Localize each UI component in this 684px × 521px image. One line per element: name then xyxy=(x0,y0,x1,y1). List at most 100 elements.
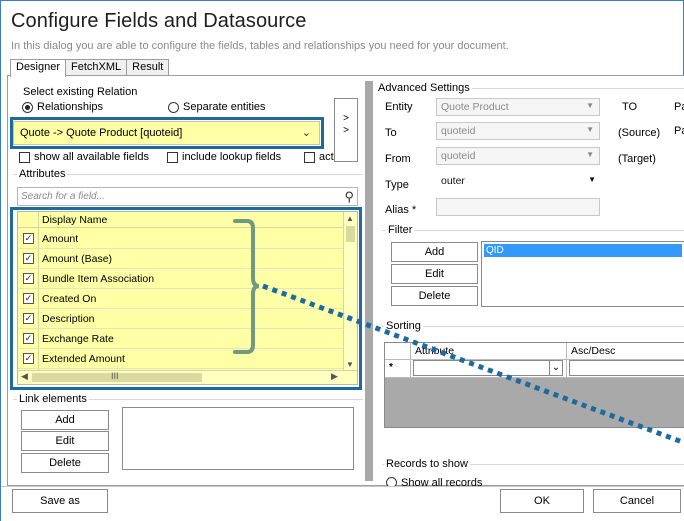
check-icon[interactable]: ✓ xyxy=(23,293,34,304)
field-name: Extended Amount xyxy=(42,353,125,365)
field-row[interactable]: ✓ Bundle Item Association xyxy=(18,269,344,289)
scroll-thumb[interactable] xyxy=(346,226,355,242)
chevron-down-icon: ▼ xyxy=(586,101,594,110)
filter-list[interactable]: QID xyxy=(481,241,684,307)
pa-label-2: Pa xyxy=(674,125,684,137)
tab-strip: Designer FetchXML Result xyxy=(10,59,170,77)
filter-add-button[interactable]: Add xyxy=(391,242,478,262)
to-label: To xyxy=(385,127,397,139)
scroll-left-icon[interactable]: ◀ xyxy=(21,371,28,382)
link-edit-button[interactable]: Edit xyxy=(21,431,109,451)
field-row[interactable]: ✓ Description xyxy=(18,309,344,329)
advanced-settings-label: Advanced Settings xyxy=(376,82,472,94)
entity-select[interactable]: Quote Product ▼ xyxy=(436,98,600,116)
chevron-down-icon[interactable]: ⌄ xyxy=(549,360,562,376)
sort-grid-corner xyxy=(385,343,411,360)
field-name: Amount (Base) xyxy=(42,253,113,265)
pa-label-1: Pa xyxy=(674,101,684,113)
filter-edit-button[interactable]: Edit xyxy=(391,264,478,284)
check-icon[interactable]: ✓ xyxy=(23,353,34,364)
alias-label: Alias * xyxy=(385,204,417,216)
alias-input[interactable] xyxy=(436,198,600,216)
checkbox-active[interactable]: act xyxy=(304,151,334,163)
field-search[interactable]: Search for a field... ⚲ xyxy=(17,187,358,206)
grid-vertical-scrollbar[interactable]: ▲ ▼ xyxy=(343,212,357,372)
relation-select[interactable]: Quote -> Quote Product [quoteid] ⌄ xyxy=(13,121,320,145)
type-select[interactable]: outer ▼ xyxy=(437,173,601,191)
panel-splitter[interactable] xyxy=(365,81,373,481)
checkbox-show-all-fields[interactable]: show all available fields xyxy=(19,151,149,163)
checkbox-box xyxy=(19,151,30,163)
check-icon[interactable]: ✓ xyxy=(23,313,34,324)
scroll-right-icon[interactable]: ▶ xyxy=(331,371,338,382)
sort-ascdesc-select[interactable] xyxy=(569,360,684,376)
target-note: (Target) xyxy=(618,153,656,165)
save-as-button[interactable]: Save as xyxy=(12,489,108,513)
records-label: Records to show xyxy=(384,458,470,470)
type-value: outer xyxy=(441,175,465,187)
sort-new-row-marker: * xyxy=(385,360,411,378)
dialog-title: Configure Fields and Datasource xyxy=(11,10,307,32)
scroll-up-icon[interactable]: ▲ xyxy=(346,214,354,223)
sort-attribute-cell[interactable]: ⌄ xyxy=(411,360,567,378)
link-elements-label: Link elements xyxy=(17,393,89,405)
tab-result[interactable]: Result xyxy=(126,59,170,76)
chevron-down-icon: ⌄ xyxy=(301,127,311,139)
filter-list-item[interactable]: QID xyxy=(484,244,682,257)
filter-label: Filter xyxy=(386,224,415,236)
sorting-label: Sorting xyxy=(384,320,423,332)
checkbox-lookup-label: include lookup fields xyxy=(182,151,282,163)
search-placeholder: Search for a field... xyxy=(21,191,105,202)
filter-delete-button[interactable]: Delete xyxy=(391,286,478,306)
sort-column-attribute[interactable]: Attribute xyxy=(411,343,567,360)
field-row[interactable]: ✓ Amount (Base) xyxy=(18,249,344,269)
arrow-right-icon-2: > xyxy=(343,125,349,136)
cancel-button[interactable]: Cancel xyxy=(593,489,681,513)
tab-fetchxml[interactable]: FetchXML xyxy=(65,59,128,76)
attributes-label: Attributes xyxy=(17,168,68,180)
scroll-down-icon[interactable]: ▼ xyxy=(346,360,354,369)
field-row[interactable]: ✓ Extended Amount xyxy=(18,349,344,369)
checkbox-box xyxy=(167,151,178,163)
radio-show-all-records[interactable]: Show all records xyxy=(386,477,482,486)
type-label: Type xyxy=(385,179,409,191)
check-icon[interactable]: ✓ xyxy=(23,253,34,264)
check-icon[interactable]: ✓ xyxy=(23,273,34,284)
search-icon[interactable]: ⚲ xyxy=(344,189,354,205)
link-elements-list[interactable] xyxy=(122,407,354,470)
checkbox-active-label: act xyxy=(319,151,334,163)
grid-horizontal-scrollbar[interactable]: ◀ III ▶ xyxy=(18,370,357,384)
checkbox-include-lookup[interactable]: include lookup fields xyxy=(167,151,281,163)
source-note: (Source) xyxy=(618,127,661,139)
grid-header[interactable]: Display Name xyxy=(18,212,344,228)
to-header: TO xyxy=(622,101,638,113)
to-select[interactable]: quoteid ▼ xyxy=(436,122,600,140)
sort-attribute-select[interactable]: ⌄ xyxy=(413,360,563,376)
radio-separate-entities[interactable]: Separate entities xyxy=(168,101,266,113)
add-relation-button[interactable]: > > xyxy=(334,98,358,162)
from-select[interactable]: quoteid ▼ xyxy=(436,147,600,165)
link-delete-button[interactable]: Delete xyxy=(21,453,109,473)
entity-label: Entity xyxy=(385,101,413,113)
check-icon[interactable]: ✓ xyxy=(23,333,34,344)
radio-unselected-icon xyxy=(386,477,397,486)
sort-column-ascdesc[interactable]: Asc/Desc xyxy=(567,343,684,360)
chevron-down-icon: ▼ xyxy=(588,175,596,184)
field-row[interactable]: ✓ Amount xyxy=(18,229,344,249)
link-add-button[interactable]: Add xyxy=(21,410,109,430)
check-icon[interactable]: ✓ xyxy=(23,233,34,244)
tab-designer[interactable]: Designer xyxy=(10,59,67,77)
field-row[interactable]: ✓ Created On xyxy=(18,289,344,309)
ok-button[interactable]: OK xyxy=(500,489,584,513)
hscroll-grip: III xyxy=(111,371,119,381)
radio-relationships-label: Relationships xyxy=(37,101,104,113)
checkbox-box xyxy=(304,151,315,163)
chevron-down-icon: ▼ xyxy=(586,125,594,134)
records-option-label: Show all records xyxy=(401,477,483,486)
arrow-right-icon: > xyxy=(343,113,349,124)
to-value: quoteid xyxy=(441,125,476,137)
radio-relationships[interactable]: Relationships xyxy=(22,101,103,113)
sort-ascdesc-cell[interactable] xyxy=(567,360,684,378)
field-row[interactable]: ✓ Exchange Rate xyxy=(18,329,344,349)
field-name: Description xyxy=(42,313,95,325)
